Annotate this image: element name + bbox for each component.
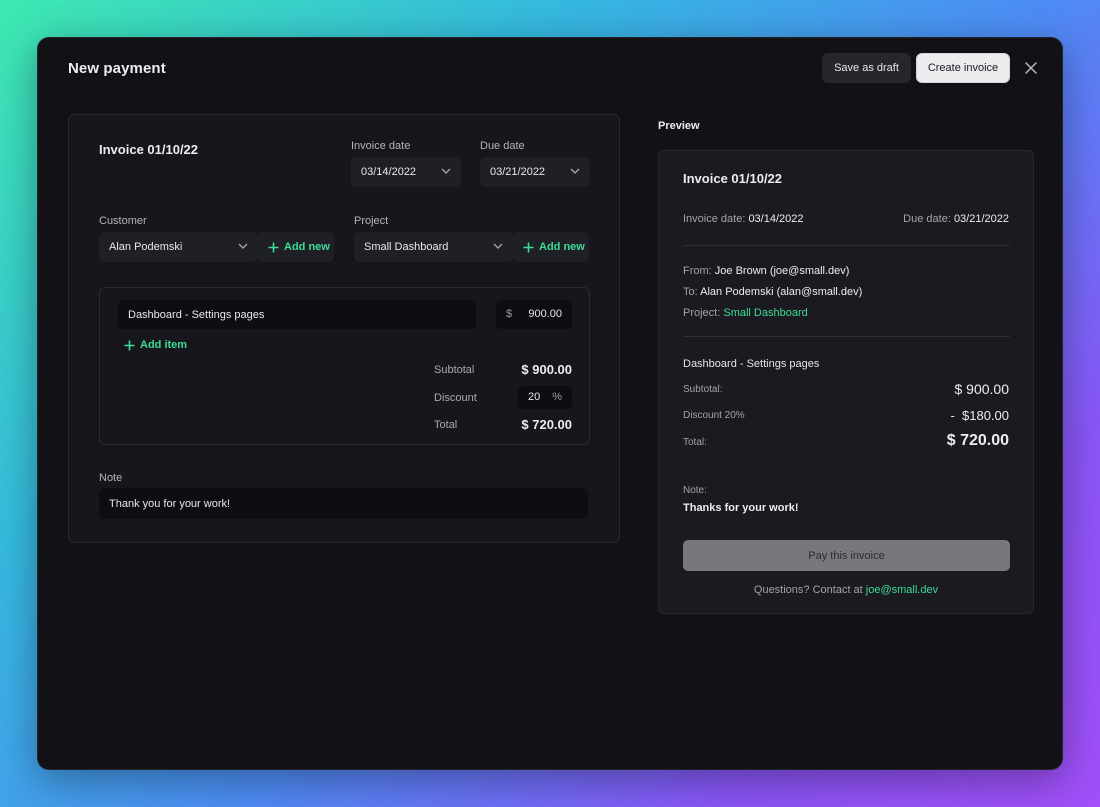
chevron-down-icon — [493, 243, 503, 249]
preview-invoice-date-label: Invoice date: — [683, 213, 746, 225]
chevron-down-icon — [441, 168, 451, 174]
invoice-date-value: 03/14/2022 — [361, 166, 417, 178]
preview-discount-value: - $180.00 — [950, 408, 1009, 423]
preview-to-label: To: — [683, 286, 698, 298]
add-new-label: Add new — [284, 241, 330, 253]
subtotal-value: $ 900.00 — [521, 362, 572, 377]
total-label: Total — [434, 419, 458, 431]
preview-project-label: Project: — [683, 307, 721, 319]
note-label: Note — [99, 472, 123, 484]
preview-total-label: Total: — [683, 437, 707, 448]
preview-due-date: Due date: 03/21/2022 — [903, 213, 1009, 225]
discount-unit: % — [552, 391, 562, 403]
due-date-select[interactable]: 03/21/2022 — [480, 157, 590, 187]
invoice-form: Invoice 01/10/22 Invoice date 03/14/2022… — [68, 114, 620, 543]
pay-invoice-button[interactable]: Pay this invoice — [683, 540, 1010, 571]
note-input[interactable]: Thank you for your work! — [99, 488, 588, 519]
item-amount: 900.00 — [528, 308, 562, 320]
preview-label: Preview — [658, 120, 700, 132]
chevron-down-icon — [238, 243, 248, 249]
divider — [683, 336, 1010, 337]
plus-icon — [124, 340, 135, 350]
plus-icon — [523, 242, 534, 252]
item-description-input[interactable]: Dashboard - Settings pages — [118, 300, 476, 329]
project-label: Project — [354, 215, 389, 227]
preview-from-label: From: — [683, 265, 712, 277]
customer-select[interactable]: Alan Podemski — [99, 232, 258, 262]
plus-icon — [268, 242, 279, 252]
item-price-input[interactable]: $ 900.00 — [496, 300, 572, 329]
new-payment-modal: New payment Save as draft Create invoice… — [37, 37, 1063, 770]
preview-invoice-date: Invoice date: 03/14/2022 — [683, 213, 804, 225]
save-as-draft-button[interactable]: Save as draft — [822, 53, 911, 83]
preview-questions: Questions? Contact at joe@small.dev — [659, 584, 1033, 596]
project-value: Small Dashboard — [364, 241, 449, 253]
preview-discount-label: Discount 20% — [683, 410, 745, 421]
project-select[interactable]: Small Dashboard — [354, 232, 513, 262]
preview-item-title: Dashboard - Settings pages — [683, 358, 820, 370]
add-new-customer-button[interactable]: Add new — [258, 232, 334, 262]
discount-input[interactable]: 20 % — [518, 386, 572, 409]
currency-symbol: $ — [506, 308, 513, 320]
due-date-label: Due date — [480, 140, 525, 152]
preview-to: To: Alan Podemski (alan@small.dev) — [683, 286, 862, 298]
add-item-label: Add item — [140, 339, 188, 351]
discount-label: Discount — [434, 392, 477, 404]
preview-subtotal-label: Subtotal: — [683, 384, 723, 395]
contact-email-link[interactable]: joe@small.dev — [866, 584, 938, 596]
preview-due-date-value: 03/21/2022 — [953, 213, 1009, 225]
total-value: $ 720.00 — [521, 417, 572, 432]
invoice-preview: Invoice 01/10/22 Invoice date: 03/14/202… — [658, 150, 1034, 614]
invoice-title: Invoice 01/10/22 — [99, 142, 199, 157]
subtotal-label: Subtotal — [434, 364, 475, 376]
modal-title: New payment — [68, 60, 166, 77]
create-invoice-button[interactable]: Create invoice — [916, 53, 1010, 83]
close-icon[interactable] — [1023, 60, 1039, 76]
invoice-date-label: Invoice date — [351, 140, 411, 152]
discount-value: 20 — [528, 391, 541, 403]
preview-note-label: Note: — [683, 485, 707, 496]
preview-total-value: $ 720.00 — [946, 432, 1009, 449]
line-items: Dashboard - Settings pages $ 900.00 Add … — [99, 287, 590, 445]
invoice-date-select[interactable]: 03/14/2022 — [351, 157, 461, 187]
divider — [683, 245, 1010, 246]
add-new-label: Add new — [539, 241, 585, 253]
preview-due-date-label: Due date: — [903, 213, 951, 225]
customer-value: Alan Podemski — [109, 241, 183, 253]
add-item-button[interactable]: Add item — [124, 330, 187, 360]
preview-from: From: Joe Brown (joe@small.dev) — [683, 265, 849, 277]
preview-from-value: Joe Brown (joe@small.dev) — [714, 265, 850, 277]
preview-to-value: Alan Podemski (alan@small.dev) — [700, 286, 863, 298]
preview-project-link[interactable]: Small Dashboard — [723, 307, 807, 319]
preview-note-value: Thanks for your work! — [683, 502, 799, 514]
questions-text: Questions? Contact at — [753, 584, 863, 596]
due-date-value: 03/21/2022 — [490, 166, 546, 178]
preview-invoice-date-value: 03/14/2022 — [748, 213, 804, 225]
add-new-project-button[interactable]: Add new — [513, 232, 589, 262]
preview-project: Project: Small Dashboard — [683, 307, 808, 319]
preview-invoice-title: Invoice 01/10/22 — [683, 171, 783, 186]
preview-subtotal-value: $ 900.00 — [954, 381, 1010, 397]
customer-label: Customer — [99, 215, 147, 227]
chevron-down-icon — [570, 168, 580, 174]
